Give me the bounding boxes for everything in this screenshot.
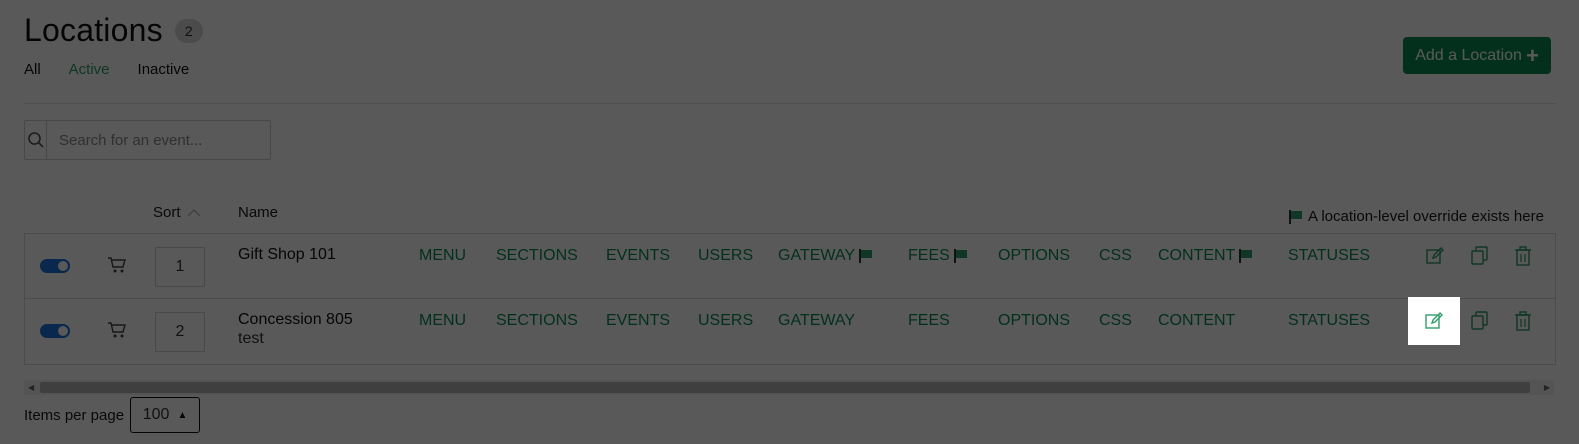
filter-tab-active[interactable]: Active	[69, 61, 110, 78]
sort-order-input[interactable]: 2	[155, 312, 205, 352]
caret-up-icon: ▲	[177, 409, 188, 421]
gateway-link-label: GATEWAY	[778, 247, 856, 264]
filter-tab-all[interactable]: All	[24, 61, 41, 78]
gateway-link-label: GATEWAY	[778, 312, 856, 329]
content-link[interactable]: CONTENT	[1158, 247, 1254, 265]
title-row: Locations 2	[24, 12, 203, 49]
table-row: 2 Concession 805 test MENU SECTIONS EVEN…	[25, 298, 1555, 363]
flag-icon	[953, 249, 967, 263]
trash-icon[interactable]	[1514, 311, 1532, 331]
options-link-label: OPTIONS	[998, 247, 1071, 264]
active-toggle[interactable]	[40, 259, 70, 273]
filter-tabs: All Active Inactive	[24, 61, 217, 78]
sections-link-label: SECTIONS	[496, 247, 578, 264]
users-link[interactable]: USERS	[698, 312, 753, 330]
plus-icon: +	[1525, 42, 1539, 68]
search-input[interactable]	[47, 121, 270, 159]
flag-icon	[1289, 209, 1302, 224]
menu-link-label: MENU	[419, 312, 467, 329]
sections-link-label: SECTIONS	[496, 312, 578, 329]
override-legend-text: A location-level override exists here	[1308, 208, 1544, 225]
css-link-label: CSS	[1099, 312, 1132, 329]
name-column-header[interactable]: Name	[238, 204, 278, 221]
count-badge: 2	[174, 18, 203, 43]
active-toggle[interactable]	[40, 324, 70, 338]
highlighted-edit-button[interactable]	[1408, 297, 1460, 345]
override-legend: A location-level override exists here	[1288, 208, 1544, 225]
content-link[interactable]: CONTENT	[1158, 312, 1235, 330]
menu-link[interactable]: MENU	[419, 247, 466, 265]
horizontal-scrollbar[interactable]: ◀ ▶	[24, 380, 1554, 395]
edit-icon[interactable]	[1425, 246, 1445, 266]
sections-link[interactable]: SECTIONS	[496, 312, 578, 330]
gateway-link[interactable]: GATEWAY	[778, 312, 855, 330]
options-link-label: OPTIONS	[998, 312, 1071, 329]
sections-link[interactable]: SECTIONS	[496, 247, 578, 265]
fees-link[interactable]: FEES	[908, 312, 950, 330]
items-per-page-label: Items per page	[24, 406, 125, 424]
fees-link[interactable]: FEES	[908, 247, 969, 265]
add-location-label: Add a Location	[1415, 46, 1522, 64]
table-header: Sort Name A location-level override exis…	[24, 200, 1554, 230]
location-name: Concession 805	[238, 311, 353, 328]
statuses-link[interactable]: STATUSES	[1288, 312, 1370, 330]
page-title: Locations	[24, 12, 163, 48]
trash-icon[interactable]	[1514, 246, 1532, 266]
divider	[24, 103, 1555, 104]
pagination: Items per page 100 ▲	[24, 397, 201, 433]
options-link[interactable]: OPTIONS	[998, 312, 1070, 330]
events-link-label: EVENTS	[606, 312, 671, 329]
items-per-page-value: 100	[142, 406, 170, 423]
menu-link-label: MENU	[419, 247, 467, 264]
content-link-label: CONTENT	[1158, 247, 1236, 264]
scroll-left-arrow-icon[interactable]: ◀	[28, 383, 34, 392]
statuses-link-label: STATUSES	[1288, 247, 1371, 264]
statuses-link-label: STATUSES	[1288, 312, 1371, 329]
gateway-link[interactable]: GATEWAY	[778, 247, 874, 265]
statuses-link[interactable]: STATUSES	[1288, 247, 1370, 265]
css-link[interactable]: CSS	[1099, 312, 1132, 330]
sort-column-label: Sort	[153, 204, 181, 221]
menu-link[interactable]: MENU	[419, 312, 466, 330]
options-link[interactable]: OPTIONS	[998, 247, 1070, 265]
scroll-thumb[interactable]	[40, 382, 1530, 393]
edit-icon[interactable]	[1424, 311, 1444, 331]
cart-icon	[108, 257, 126, 273]
location-name: Gift Shop 101	[238, 246, 336, 263]
scroll-right-arrow-icon[interactable]: ▶	[1544, 383, 1550, 392]
items-per-page-select[interactable]: 100 ▲	[130, 397, 201, 433]
locations-table: 1 Gift Shop 101 MENU SECTIONS EVENTS USE…	[24, 233, 1556, 365]
chevron-up-icon	[186, 208, 201, 217]
copy-icon[interactable]	[1471, 246, 1489, 266]
sort-order-input[interactable]: 1	[155, 247, 205, 287]
events-link[interactable]: EVENTS	[606, 312, 670, 330]
cart-icon	[108, 322, 126, 338]
flag-icon	[1239, 249, 1253, 263]
copy-icon[interactable]	[1471, 311, 1489, 331]
fees-link-label: FEES	[908, 312, 950, 329]
users-link-label: USERS	[698, 247, 754, 264]
flag-icon	[859, 249, 873, 263]
location-subtitle: test	[238, 330, 264, 347]
sort-column-header[interactable]: Sort	[153, 204, 201, 221]
filter-tab-inactive[interactable]: Inactive	[138, 61, 190, 78]
content-link-label: CONTENT	[1158, 312, 1236, 329]
locations-page: Locations 2 All Active Inactive Add a Lo…	[0, 0, 1579, 444]
events-link-label: EVENTS	[606, 247, 671, 264]
table-row: 1 Gift Shop 101 MENU SECTIONS EVENTS USE…	[25, 234, 1555, 298]
users-link-label: USERS	[698, 312, 754, 329]
search-icon	[25, 121, 47, 159]
css-link-label: CSS	[1099, 247, 1132, 264]
search-box	[24, 120, 271, 160]
add-location-button[interactable]: Add a Location +	[1403, 37, 1551, 74]
events-link[interactable]: EVENTS	[606, 247, 670, 265]
css-link[interactable]: CSS	[1099, 247, 1132, 265]
users-link[interactable]: USERS	[698, 247, 753, 265]
fees-link-label: FEES	[908, 247, 950, 264]
